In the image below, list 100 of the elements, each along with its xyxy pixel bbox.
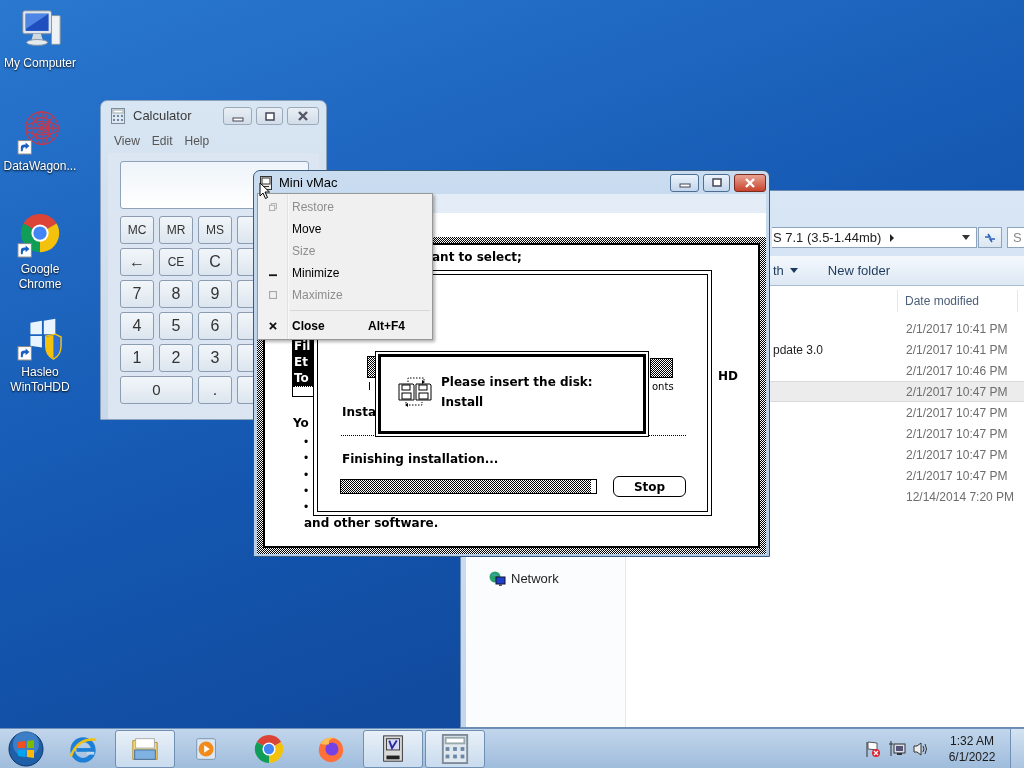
calculator-key[interactable]: MS [198, 216, 232, 244]
date-cell-text: 2/1/2017 10:47 PM [905, 446, 1008, 464]
refresh-button[interactable] [978, 227, 1002, 248]
date-cell-text: 2/1/2017 10:47 PM [905, 425, 1008, 443]
speaker-icon[interactable] [912, 739, 930, 758]
calculator-key[interactable]: 6 [198, 312, 232, 340]
bullet: • [304, 450, 309, 467]
close-icon [297, 111, 309, 121]
close-icon [744, 177, 756, 188]
file-name: pdate 3.0 [773, 342, 824, 357]
column-header[interactable]: Date modified [898, 290, 1018, 312]
clock-date[interactable]: 6/1/2022 [948, 748, 996, 765]
show-desktop-button[interactable] [1010, 728, 1024, 768]
maximize-button[interactable] [703, 173, 730, 192]
alert-message: Please insert the disk: [441, 375, 593, 389]
flag-alert-icon[interactable] [864, 739, 882, 758]
calculator-key[interactable] [237, 248, 253, 276]
calculator-key[interactable] [237, 280, 253, 308]
calculator-key[interactable] [237, 312, 253, 340]
calculator-key[interactable] [237, 376, 253, 404]
mouse-pointer-icon [259, 182, 271, 200]
close-button[interactable] [734, 173, 766, 192]
desktop-icon-label[interactable]: Google Chrome [1, 262, 79, 292]
menu-item[interactable]: Help [184, 132, 210, 150]
menu-item[interactable]: Minimize [258, 262, 432, 284]
calculator-key[interactable]: 8 [159, 280, 193, 308]
refresh-icon [983, 231, 997, 244]
windows-logo-icon [8, 730, 44, 767]
window-title: Calculator [133, 107, 192, 126]
maximize-button[interactable] [256, 107, 283, 125]
taskbar-button[interactable] [363, 729, 423, 768]
menu-item[interactable]: Close Alt+F4 [258, 315, 432, 337]
bullet: • [304, 482, 309, 500]
calculator-key[interactable]: 2 [159, 344, 193, 372]
clock-time[interactable]: 1:32 AM [950, 732, 994, 749]
calculator-key[interactable]: C [198, 248, 232, 276]
minimize-button[interactable] [670, 173, 699, 192]
disk-name: Install [441, 395, 484, 409]
calculator-key[interactable]: MC [120, 216, 154, 244]
bullet: • [304, 434, 309, 451]
desktop-icon-label[interactable]: DataWagon... [1, 159, 79, 174]
dropdown-arrow-icon[interactable] [962, 235, 970, 240]
maximize-icon [711, 178, 722, 187]
address-text[interactable]: S 7.1 (3.5-1.44mb) [773, 227, 882, 248]
start-button[interactable] [6, 729, 46, 768]
desktop-icon-label[interactable]: My Computer [1, 56, 79, 71]
bullet: • [304, 466, 309, 483]
item-label: I [368, 381, 371, 393]
breadcrumb-arrow-icon[interactable] [889, 233, 896, 242]
menu-item[interactable]: View [114, 132, 140, 150]
item-label: onts [652, 381, 674, 393]
date-cell-text: 2/1/2017 10:47 PM [905, 404, 1008, 422]
menu-item[interactable]: Edit [151, 132, 173, 150]
calculator-key[interactable]: 5 [159, 312, 193, 340]
calculator-key[interactable]: . [198, 376, 232, 404]
search-placeholder: S [1013, 228, 1022, 247]
window-title: Mini vMac [279, 173, 338, 192]
calculator-key[interactable]: 4 [120, 312, 154, 340]
disk-swap-icon [398, 375, 432, 407]
calculator-key[interactable]: ← [120, 248, 154, 276]
maximize-icon [264, 111, 275, 121]
shortcut-text: Alt+F4 [368, 318, 405, 335]
address-bar[interactable]: S 7.1 (3.5-1.44mb) [772, 227, 977, 248]
toolbar-button[interactable]: New folder [825, 260, 892, 281]
restore-icon [269, 203, 277, 211]
stop-button[interactable]: Stop [613, 476, 686, 497]
menu-item[interactable]: Move [258, 218, 432, 240]
disk-label: HD [718, 369, 738, 383]
toolbar-button[interactable]: th [771, 260, 800, 281]
calculator-key[interactable]: 0 [120, 376, 193, 404]
calculator-icon [111, 108, 125, 124]
nav-item[interactable]: Network [488, 569, 625, 589]
bullet: • [304, 499, 309, 516]
calculator-key[interactable]: MR [159, 216, 193, 244]
caret-icon [789, 268, 798, 273]
date-cell-text: 2/1/2017 10:41 PM [905, 320, 1008, 338]
calculator-key[interactable]: CE [159, 248, 193, 276]
calculator-key[interactable]: 1 [120, 344, 154, 372]
desktop-icon-label[interactable]: Hasleo WinToHDD [1, 365, 79, 395]
calculator-key[interactable]: 7 [120, 280, 154, 308]
calculator-key[interactable]: 9 [198, 280, 232, 308]
body-text: Yo [293, 416, 309, 430]
search-field[interactable]: S [1007, 227, 1024, 248]
date-cell-text: 2/1/2017 10:41 PM [905, 341, 1008, 359]
section-heading: Insta [342, 405, 376, 419]
status-text: Finishing installation... [342, 452, 499, 466]
close-button[interactable] [287, 107, 319, 125]
maximize-icon [269, 291, 277, 299]
calculator-icon [440, 733, 470, 764]
instruction-text: ant to select; [432, 250, 522, 264]
browser-logo-icon [254, 733, 284, 764]
calculator-key[interactable]: 3 [198, 344, 232, 372]
body-text: and other software. [304, 516, 439, 530]
minimize-icon [678, 182, 691, 188]
calculator-key[interactable] [237, 216, 253, 244]
minimize-button[interactable] [223, 107, 252, 125]
calculator-key[interactable] [237, 344, 253, 372]
date-cell-text: 2/1/2017 10:47 PM [905, 383, 1008, 401]
network-icon[interactable] [888, 739, 906, 758]
minimize-icon [231, 115, 244, 122]
